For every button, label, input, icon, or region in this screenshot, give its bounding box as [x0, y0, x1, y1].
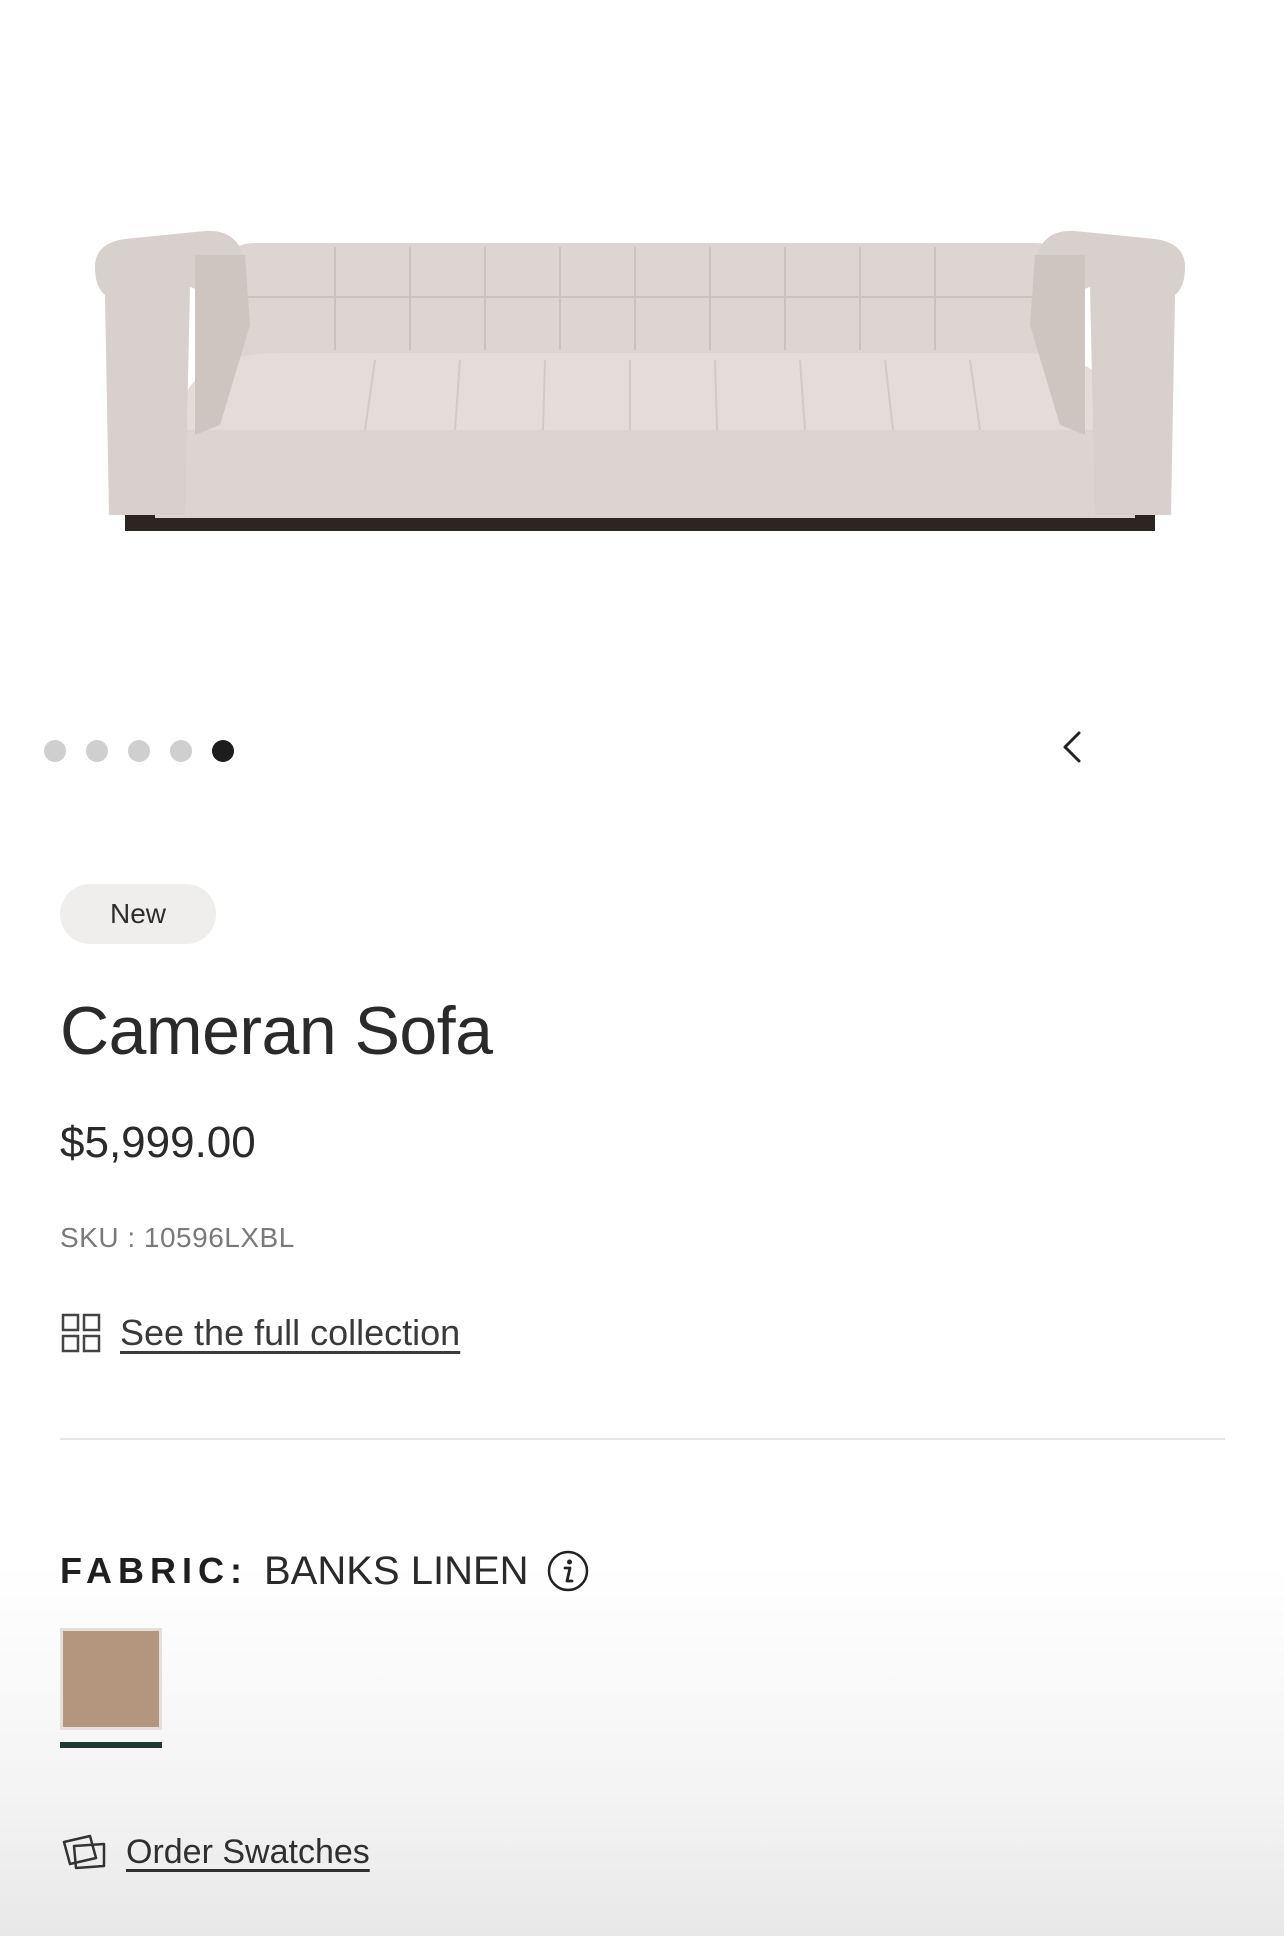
- swatches-icon: [62, 1834, 106, 1870]
- fabric-value: BANKS LINEN: [264, 1548, 529, 1593]
- selected-swatch-indicator: [60, 1742, 162, 1748]
- fabric-swatch-banks-linen[interactable]: [60, 1628, 162, 1730]
- full-collection-label[interactable]: See the full collection: [120, 1312, 460, 1354]
- gallery-pagination: [44, 740, 234, 762]
- info-icon[interactable]: [545, 1548, 591, 1594]
- pagination-dot[interactable]: [86, 740, 108, 762]
- product-gallery[interactable]: [0, 0, 1284, 700]
- full-collection-link[interactable]: See the full collection: [60, 1312, 460, 1354]
- previous-image-button[interactable]: [1055, 725, 1089, 769]
- product-title: Cameran Sofa: [60, 993, 493, 1069]
- product-price: $5,999.00: [60, 1118, 256, 1167]
- order-swatches-label[interactable]: Order Swatches: [126, 1833, 370, 1872]
- pagination-dot[interactable]: [170, 740, 192, 762]
- pagination-dot[interactable]: [128, 740, 150, 762]
- sofa-image: [95, 230, 1185, 531]
- fabric-label: FABRIC:: [60, 1550, 248, 1591]
- fabric-selection-header: FABRIC: BANKS LINEN: [60, 1548, 591, 1594]
- order-swatches-link[interactable]: Order Swatches: [60, 1832, 370, 1872]
- pagination-dot-active[interactable]: [212, 740, 234, 762]
- product-sku: SKU : 10596LXBL: [60, 1222, 295, 1253]
- chevron-left-icon: [1063, 731, 1081, 763]
- new-badge: New: [60, 884, 216, 944]
- pagination-dot[interactable]: [44, 740, 66, 762]
- grid-icon: [60, 1312, 102, 1354]
